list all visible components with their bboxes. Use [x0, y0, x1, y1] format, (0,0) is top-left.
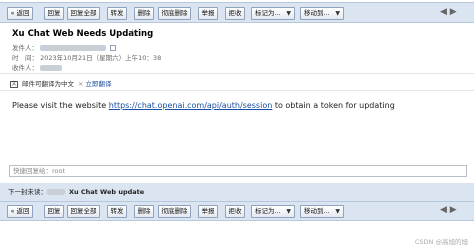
sender-row: 发件人： [12, 42, 117, 52]
reject-button[interactable]: 拒收 [225, 7, 245, 20]
translate-notice: 邮件可翻译为中文 [22, 80, 74, 88]
next-unread-label: 下一封未读： [8, 188, 47, 196]
translate-divider [0, 90, 474, 91]
body-text-suffix: to obtain a token for updating [272, 101, 395, 110]
close-icon[interactable]: × [78, 80, 83, 88]
body-text-prefix: Please visit the website [12, 101, 109, 110]
recipient-address-redacted [40, 65, 63, 71]
forward-button[interactable]: 转发 [107, 205, 127, 218]
report-button[interactable]: 举报 [198, 205, 218, 218]
sender-label: 发件人： [12, 44, 38, 52]
back-button[interactable]: « 返回 [7, 7, 33, 20]
watermark: CSDN @高旭的旭 [414, 238, 468, 246]
back-button[interactable]: « 返回 [7, 205, 33, 218]
reject-button[interactable]: 拒收 [225, 205, 245, 218]
session-link[interactable]: https://chat.openai.com/api/auth/session [109, 101, 273, 110]
chevron-down-icon: ▼ [286, 10, 291, 17]
translate-icon: 文 [10, 80, 18, 88]
star-icon[interactable]: ☆ [128, 28, 137, 39]
time-label: 时 间： [12, 54, 38, 62]
reply-all-button[interactable]: 回复全部 [67, 205, 100, 218]
recipient-row: 收件人： [12, 62, 63, 72]
delete-button[interactable]: 删除 [134, 7, 154, 20]
permanent-delete-button[interactable]: 彻底删除 [158, 205, 191, 218]
top-toolbar: « 返回 回复 回复全部 转发 删除 彻底删除 举报 拒收 标记为... ▼ 移动… [0, 2, 474, 23]
header-divider [0, 73, 474, 74]
reply-button[interactable]: 回复 [44, 205, 64, 218]
chevron-down-icon: ▼ [286, 208, 291, 215]
quick-reply-input[interactable]: 快捷回复给：root [9, 165, 467, 177]
reply-all-button[interactable]: 回复全部 [67, 7, 100, 20]
reply-button[interactable]: 回复 [44, 7, 64, 20]
translate-bar: 文邮件可翻译为中文 × 立即翻译 [10, 78, 112, 88]
time-row: 时 间： 2023年10月21日（星期六）上午10：38 [12, 52, 161, 62]
next-sender-redacted [47, 189, 65, 195]
mark-as-dropdown[interactable]: 标记为... ▼ [251, 205, 295, 218]
next-unread-subject[interactable]: Xu Chat Web update [69, 188, 144, 196]
time-value: 2023年10月21日（星期六）上午10：38 [40, 54, 162, 62]
chevron-down-icon: ▼ [335, 10, 340, 17]
email-body: Please visit the website https://chat.op… [12, 101, 395, 110]
address-card-icon[interactable] [110, 45, 117, 51]
sender-address-redacted [40, 45, 107, 51]
recipient-label: 收件人： [12, 64, 38, 72]
bottom-toolbar: « 返回 回复 回复全部 转发 删除 彻底删除 举报 拒收 标记为... ▼ 移动… [0, 201, 474, 221]
chevron-down-icon: ▼ [335, 208, 340, 215]
forward-button[interactable]: 转发 [107, 7, 127, 20]
prev-next-arrows[interactable]: ◀ ▶ [440, 205, 457, 215]
permanent-delete-button[interactable]: 彻底删除 [158, 7, 191, 20]
translate-now-link[interactable]: 立即翻译 [86, 80, 112, 88]
prev-next-arrows[interactable]: ◀ ▶ [440, 7, 457, 17]
move-to-dropdown[interactable]: 移动到... ▼ [300, 7, 344, 20]
move-to-dropdown[interactable]: 移动到... ▼ [300, 205, 344, 218]
next-unread-bar: 下一封未读： Xu Chat Web update [0, 183, 474, 201]
delete-button[interactable]: 删除 [134, 205, 154, 218]
mark-as-dropdown[interactable]: 标记为... ▼ [251, 7, 295, 20]
report-button[interactable]: 举报 [198, 7, 218, 20]
